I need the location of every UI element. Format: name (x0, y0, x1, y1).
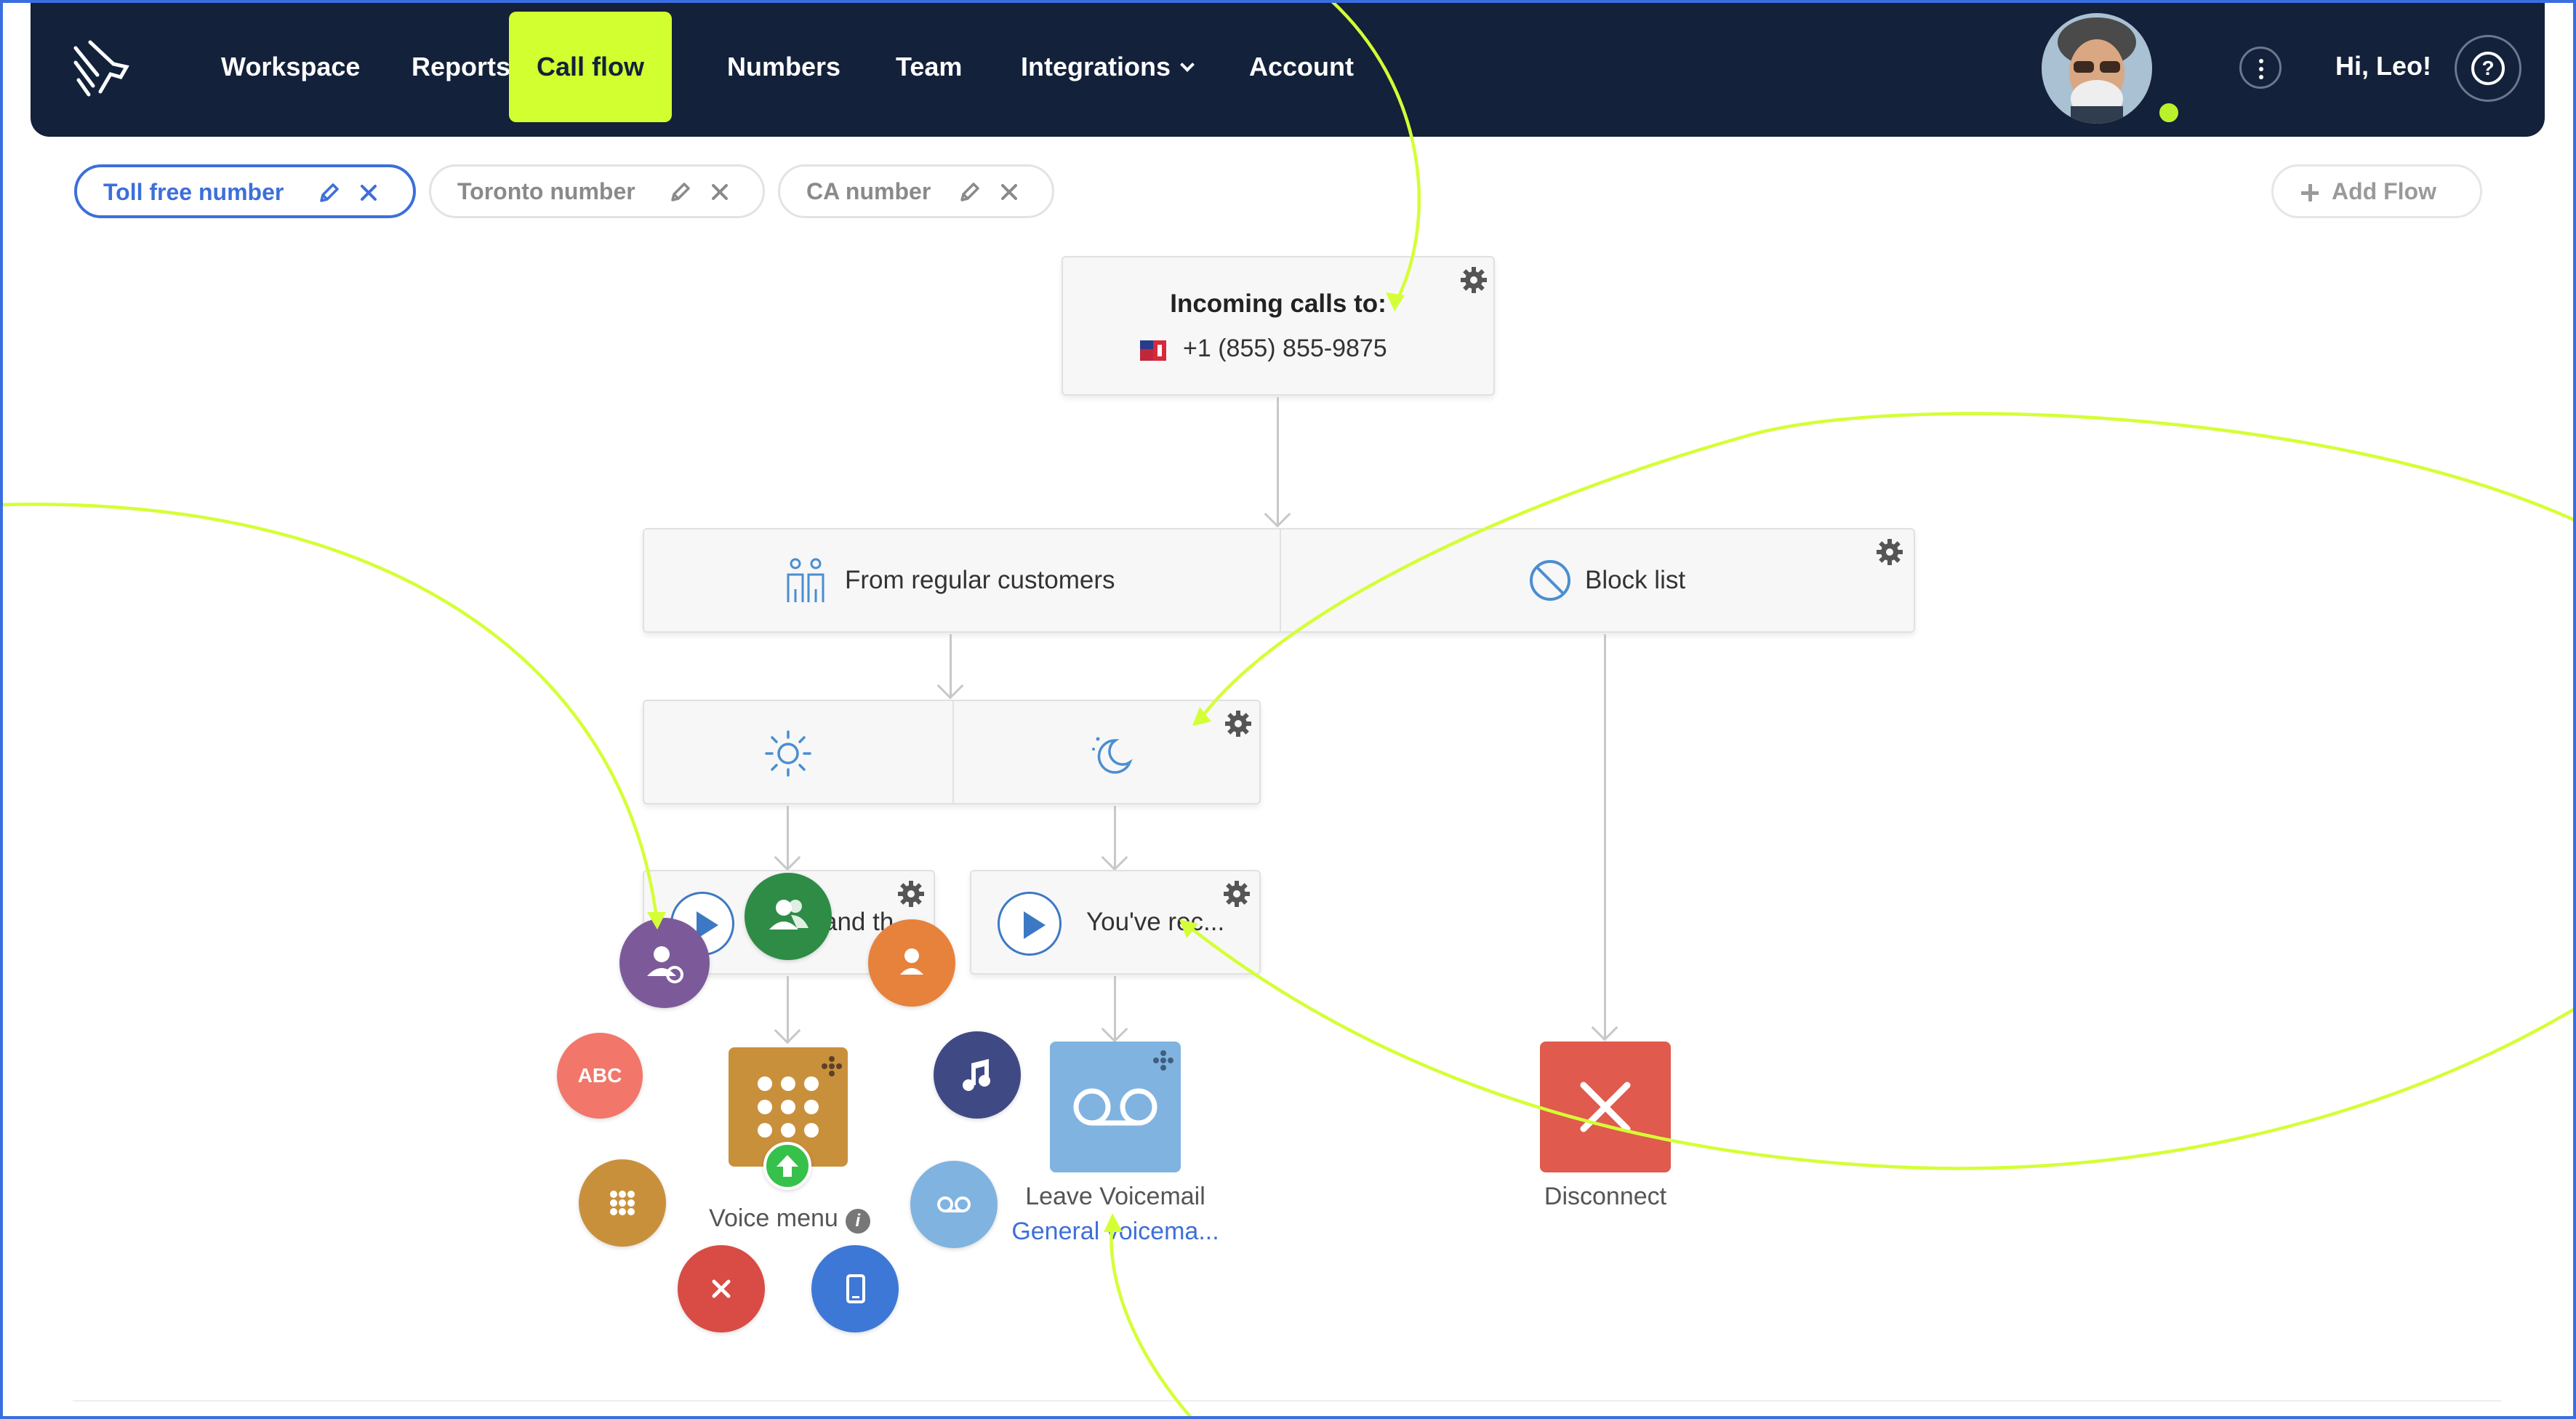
nav-integrations[interactable]: Integrations (993, 12, 1220, 122)
bottom-divider (73, 1400, 2501, 1402)
close-icon[interactable] (356, 180, 381, 205)
flow-arrow (1264, 500, 1291, 528)
edit-pencil-icon[interactable] (958, 180, 982, 204)
flow-arrow (1101, 844, 1128, 871)
chevron-down-icon (1180, 57, 1195, 72)
help-icon: ? (2471, 52, 2505, 85)
flow-arrow (1101, 1015, 1128, 1043)
info-icon[interactable]: i (845, 1209, 870, 1234)
play-icon[interactable] (998, 892, 1062, 956)
gear-icon[interactable] (1223, 708, 1253, 739)
flow-arrow (1591, 1014, 1618, 1042)
voice-menu-label: Voice menu i (695, 1204, 884, 1234)
forward-to-agent-icon[interactable] (619, 918, 710, 1008)
nav-workspace[interactable]: Workspace (193, 12, 388, 122)
moon-icon (1092, 737, 1133, 774)
voicemail-link[interactable]: General voicema... (996, 1218, 1235, 1246)
close-icon[interactable] (997, 180, 1022, 204)
plus-icon (2301, 184, 2319, 201)
tab-label: Toronto number (457, 178, 635, 204)
night-greeting-card[interactable]: You've rec... (970, 870, 1261, 975)
nav-call-flow[interactable]: Call flow (509, 12, 673, 122)
add-flow-label: Add Flow (2332, 178, 2436, 204)
voicemail-node[interactable] (1050, 1042, 1181, 1172)
close-icon (1580, 1082, 1631, 1132)
user-avatar[interactable] (2042, 13, 2152, 124)
voicemail-label: Leave Voicemail (1025, 1183, 1205, 1210)
voicemail-icon (1073, 1088, 1157, 1126)
nav-numbers[interactable]: Numbers (699, 12, 868, 122)
nav-integrations-label: Integrations (1021, 52, 1171, 81)
tab-toronto-number[interactable]: Toronto number (429, 164, 765, 218)
tab-ca-number[interactable]: CA number (778, 164, 1054, 218)
user-greeting: Hi, Leo! (2335, 51, 2431, 81)
incoming-calls-card[interactable]: Incoming calls to: +1 (855) 855-9875 (1062, 256, 1495, 396)
tab-label: CA number (806, 178, 931, 204)
caller-segment-card[interactable]: From regular customers Block list (643, 528, 1915, 633)
brand-logo-icon[interactable] (68, 35, 141, 100)
music-icon[interactable] (934, 1031, 1021, 1119)
tab-toll-free-number[interactable]: Toll free number (74, 164, 416, 218)
flow-arrow (774, 1017, 801, 1044)
customers-icon (787, 558, 824, 602)
hangup-icon[interactable] (678, 1245, 765, 1332)
sun-icon (765, 730, 811, 777)
gear-icon[interactable] (1221, 879, 1252, 909)
flow-connector (1604, 634, 1606, 1039)
night-greeting-text: You've rec... (1086, 908, 1225, 936)
more-options-icon[interactable] (2239, 47, 2282, 89)
options-dots-icon[interactable] (820, 1055, 843, 1078)
voice-menu-text: Voice menu (709, 1204, 838, 1232)
upload-icon[interactable] (763, 1142, 811, 1190)
business-hours-card[interactable] (643, 700, 1261, 804)
options-dots-icon[interactable] (1152, 1049, 1175, 1072)
single-agent-icon[interactable] (868, 919, 955, 1007)
segment-divider (1280, 529, 1281, 631)
add-flow-button[interactable]: Add Flow (2271, 164, 2482, 218)
mobile-phone-icon[interactable] (811, 1245, 899, 1332)
text-to-speech-icon[interactable]: ABC (557, 1033, 643, 1119)
gear-icon[interactable] (896, 879, 926, 909)
tab-label: Toll free number (103, 179, 284, 205)
gear-icon[interactable] (1458, 265, 1489, 295)
incoming-phone-number: +1 (855) 855-9875 (1183, 335, 1387, 362)
voicemail-icon[interactable] (910, 1161, 998, 1248)
keypad-icon (758, 1076, 819, 1138)
edit-pencil-icon[interactable] (668, 180, 693, 204)
edit-pencil-icon[interactable] (317, 180, 342, 205)
disconnect-label: Disconnect (1544, 1183, 1667, 1210)
team-icon[interactable] (745, 873, 832, 960)
help-button[interactable]: ? (2455, 35, 2521, 102)
nav-account[interactable]: Account (1221, 12, 1381, 122)
flow-arrow (936, 672, 964, 700)
close-icon[interactable] (707, 180, 732, 204)
segment-block-list: Block list (1585, 566, 1686, 594)
flow-arrow (774, 844, 801, 871)
us-ca-flag-icon (1140, 340, 1166, 361)
call-flow-canvas: Workspace Reports Call flow Numbers Team… (0, 0, 2576, 1419)
segment-regular-customers: From regular customers (845, 566, 1115, 594)
incoming-title: Incoming calls to: (1170, 289, 1387, 318)
gear-icon[interactable] (1874, 537, 1905, 567)
online-status-badge (2156, 100, 2181, 125)
keypad-icon[interactable] (579, 1159, 666, 1247)
nav-team[interactable]: Team (868, 12, 990, 122)
block-icon (1530, 560, 1570, 601)
disconnect-node[interactable] (1540, 1042, 1671, 1172)
segment-divider (952, 701, 954, 803)
